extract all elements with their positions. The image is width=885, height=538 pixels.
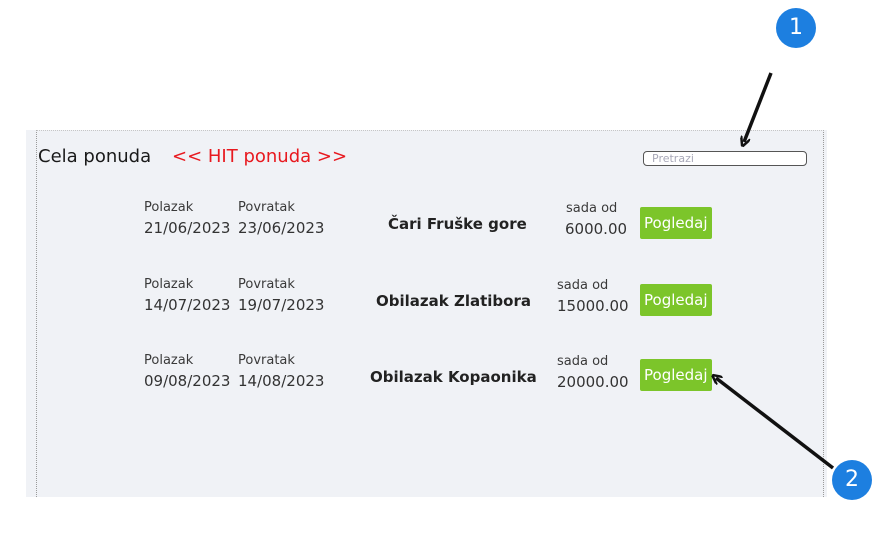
annotation-badge-1: 1	[776, 8, 816, 48]
arrow-to-search-icon	[744, 72, 773, 142]
arrow-to-button-icon	[716, 378, 835, 470]
annotation-badge-2: 2	[832, 460, 872, 500]
annotation-arrows	[0, 72, 835, 470]
